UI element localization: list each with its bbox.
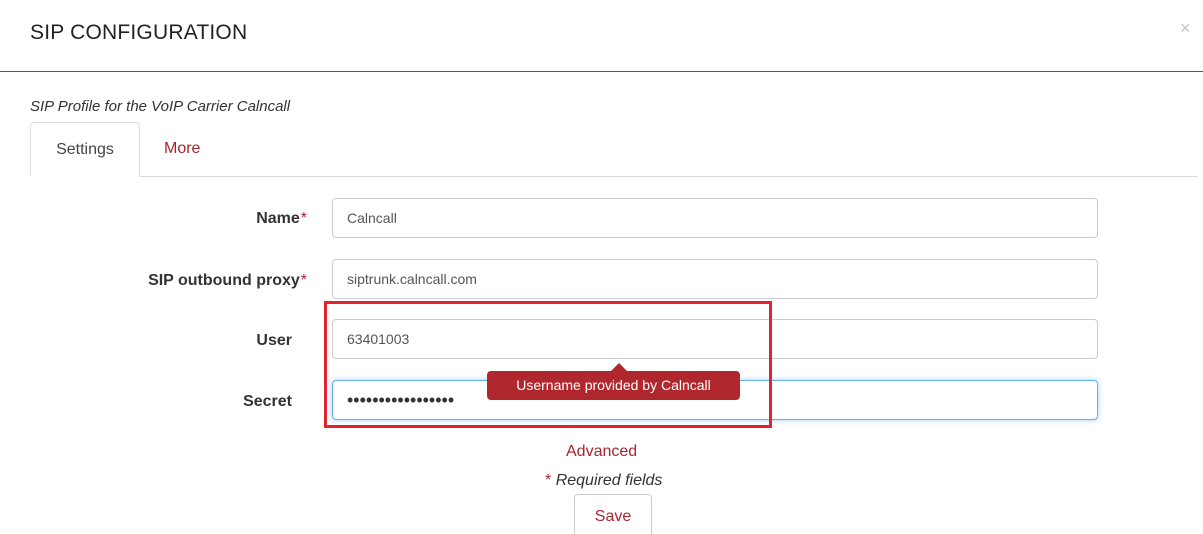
name-required-marker: *: [300, 210, 307, 227]
modal-title: SIP CONFIGURATION: [30, 21, 248, 44]
sip-outbound-proxy-label-text: SIP outbound proxy: [148, 272, 300, 289]
name-label: Name*: [256, 210, 307, 228]
name-label-text: Name: [256, 210, 300, 227]
tab-settings[interactable]: Settings: [30, 122, 140, 177]
save-button[interactable]: Save: [574, 494, 652, 534]
user-label: User: [256, 332, 292, 349]
tab-more[interactable]: More: [164, 122, 200, 177]
required-note-marker: *: [545, 472, 552, 489]
profile-subtitle: SIP Profile for the VoIP Carrier Calncal…: [30, 98, 291, 115]
secret-label: Secret: [243, 393, 292, 410]
user-tooltip: Username provided by Calncall: [487, 371, 740, 400]
tab-bar: Settings More: [30, 122, 1198, 177]
required-fields-note: * Required fields: [545, 472, 662, 490]
tooltip-arrow: [611, 363, 627, 371]
close-icon[interactable]: ×: [1180, 19, 1191, 37]
sip-outbound-proxy-required-marker: *: [300, 272, 307, 289]
sip-outbound-proxy-label: SIP outbound proxy*: [148, 272, 307, 290]
required-note-text: Required fields: [555, 472, 663, 489]
user-input[interactable]: [332, 319, 1098, 359]
modal-header: SIP CONFIGURATION ×: [0, 0, 1203, 72]
name-input[interactable]: [332, 198, 1098, 238]
advanced-link[interactable]: Advanced: [566, 443, 637, 461]
sip-outbound-proxy-input[interactable]: [332, 259, 1098, 299]
